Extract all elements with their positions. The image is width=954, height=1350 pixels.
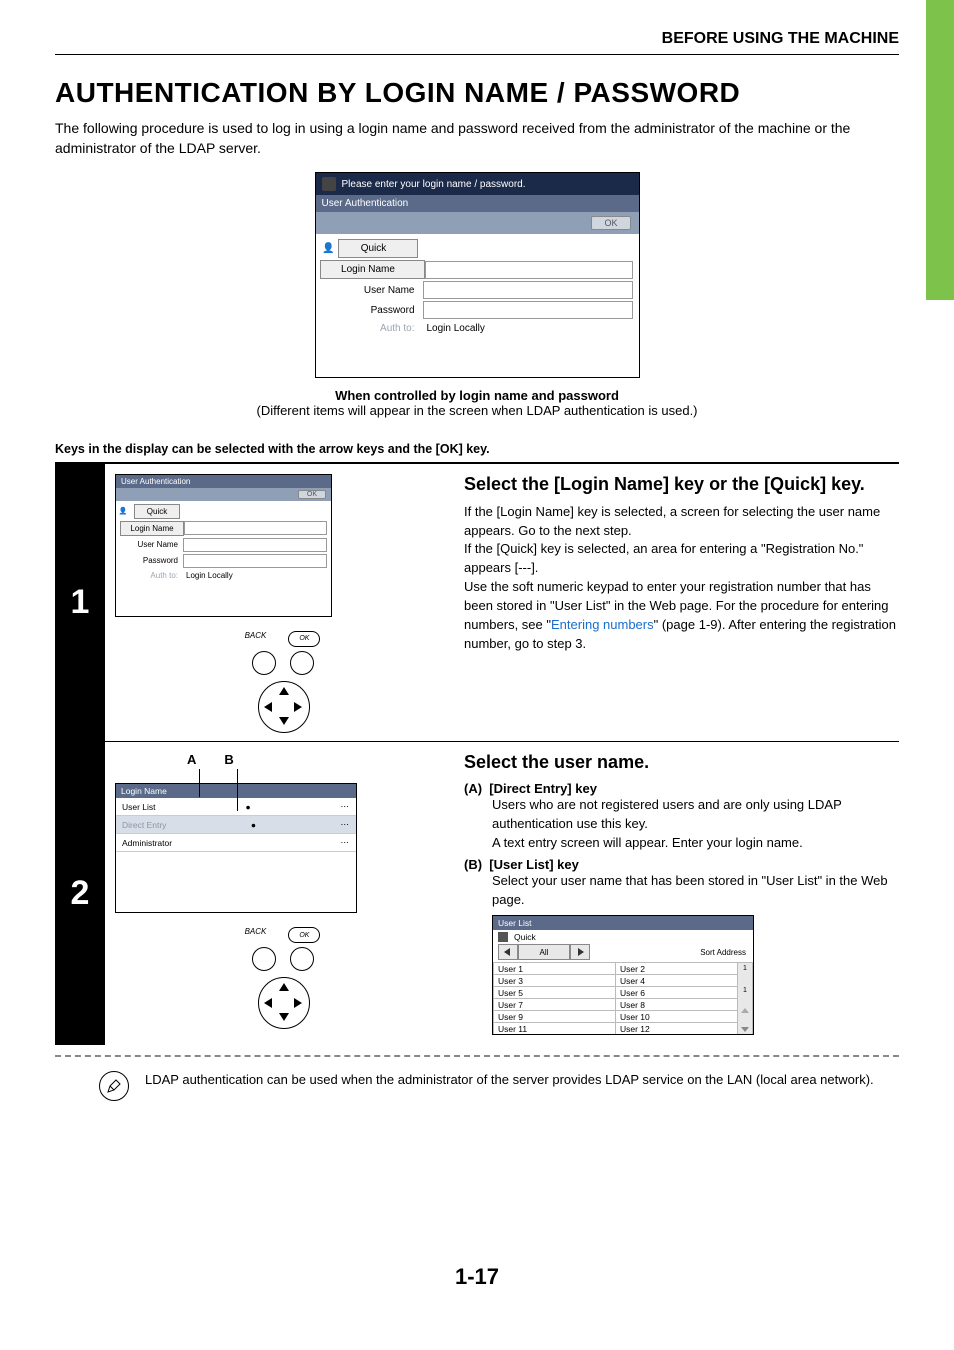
section-header: BEFORE USING THE MACHINE: [55, 30, 899, 55]
user-name-field[interactable]: [183, 538, 327, 552]
sort-address-label[interactable]: Sort Address: [590, 948, 748, 957]
password-field[interactable]: [183, 554, 327, 568]
page-title: AUTHENTICATION BY LOGIN NAME / PASSWORD: [55, 77, 899, 109]
user-cell[interactable]: User 8: [615, 998, 737, 1010]
user-cell[interactable]: User 4: [615, 974, 737, 986]
arrow-left-button[interactable]: [498, 944, 518, 960]
login-name-field[interactable]: [425, 261, 633, 279]
auth-to-label: Auth to:: [320, 320, 423, 337]
keys-note: Keys in the display can be selected with…: [55, 442, 899, 456]
step-2: 2 AB Login Name User List●⋯ Direct Entry…: [55, 742, 899, 1045]
pencil-icon: [99, 1071, 129, 1101]
user-list-row[interactable]: User List●⋯: [116, 798, 356, 816]
step2-heading: Select the user name.: [464, 752, 899, 773]
page-number: 1-17: [0, 1264, 954, 1290]
back-key-icon: [252, 947, 276, 971]
user-cell[interactable]: User 6: [615, 986, 737, 998]
ok-key-circle-icon: [290, 651, 314, 675]
user-cell[interactable]: User 9: [493, 1010, 615, 1022]
panel-prompt: Please enter your login name / password.: [342, 179, 526, 190]
user-cell[interactable]: User 2: [615, 962, 737, 974]
ab-labels: AB: [187, 752, 450, 767]
direct-entry-row[interactable]: Direct Entry●⋯: [116, 816, 356, 834]
user-cell[interactable]: User 1: [493, 962, 615, 974]
dpad-icon: [258, 977, 308, 1027]
quick-button[interactable]: Quick: [134, 504, 180, 519]
step1-desc: If the [Login Name] key is selected, a s…: [464, 503, 899, 654]
all-filter-button[interactable]: All: [518, 944, 570, 960]
user-name-field[interactable]: [423, 281, 633, 299]
auth-to-value: Login Locally: [423, 320, 639, 337]
user-list-panel: User List Quick All Sort Address User 1 …: [492, 915, 754, 1035]
step2-item-a: (A) [Direct Entry] key Users who are not…: [464, 781, 899, 853]
dpad-icon: [258, 681, 308, 731]
ok-button[interactable]: OK: [591, 216, 630, 230]
ok-key-circle-icon: [290, 947, 314, 971]
keypad-diagram: BACKOK: [115, 927, 450, 1027]
lock-icon: [322, 177, 336, 191]
intro-text: The following procedure is used to log i…: [55, 119, 899, 158]
login-name-button[interactable]: Login Name: [320, 260, 425, 279]
accent-bar: [926, 0, 954, 300]
step-number: 1: [55, 464, 105, 741]
user-cell[interactable]: User 10: [615, 1010, 737, 1022]
password-field[interactable]: [423, 301, 633, 319]
quick-button[interactable]: Quick: [514, 932, 536, 942]
back-key-icon: [252, 651, 276, 675]
user-cell[interactable]: User 12: [615, 1022, 737, 1034]
user-name-label: User Name: [116, 538, 183, 551]
ok-key-icon: OK: [288, 631, 320, 647]
ok-key-icon: OK: [288, 927, 320, 943]
arrow-right-button[interactable]: [570, 944, 590, 960]
user-cell[interactable]: User 7: [493, 998, 615, 1010]
scroll-up-icon[interactable]: [741, 1008, 749, 1013]
scrollbar[interactable]: 1 1: [737, 962, 753, 1034]
figure-caption: When controlled by login name and passwo…: [55, 388, 899, 418]
password-label: Password: [116, 554, 183, 567]
password-label: Password: [320, 302, 423, 319]
user-cell[interactable]: User 5: [493, 986, 615, 998]
note-text: LDAP authentication can be used when the…: [145, 1071, 874, 1090]
user-cell[interactable]: User 11: [493, 1022, 615, 1034]
login-name-button[interactable]: Login Name: [120, 521, 184, 536]
auth-to-label: Auth to:: [116, 569, 183, 582]
step2-item-b: (B) [User List] key Select your user nam…: [464, 857, 899, 910]
keypad-diagram: BACKOK: [115, 631, 450, 731]
step-1: 1 User Authentication OK 👤Quick Login Na…: [55, 464, 899, 741]
person-icon: [498, 932, 508, 942]
user-cell[interactable]: User 3: [493, 974, 615, 986]
user-name-label: User Name: [320, 282, 423, 299]
login-name-panel: Login Name User List●⋯ Direct Entry●⋯ Ad…: [115, 783, 357, 913]
quick-button[interactable]: Quick: [338, 239, 418, 258]
figure-auth-panel: Please enter your login name / password.…: [315, 172, 640, 378]
panel-subtitle: User Authentication: [316, 195, 639, 212]
entering-numbers-link[interactable]: Entering numbers: [551, 617, 654, 632]
ok-button[interactable]: OK: [298, 490, 326, 499]
note-block: LDAP authentication can be used when the…: [55, 1057, 899, 1115]
step-number: 2: [55, 742, 105, 1045]
auth-to-value: Login Locally: [183, 569, 331, 582]
administrator-row[interactable]: Administrator⋯: [116, 834, 356, 852]
step1-panel: User Authentication OK 👤Quick Login Name…: [115, 474, 332, 617]
user-grid: User 1 User 2 1 1 User 3 User 4 User 5 U…: [493, 962, 753, 1034]
login-name-field[interactable]: [184, 521, 327, 535]
step1-heading: Select the [Login Name] key or the [Quic…: [464, 474, 899, 495]
scroll-down-icon[interactable]: [741, 1027, 749, 1032]
